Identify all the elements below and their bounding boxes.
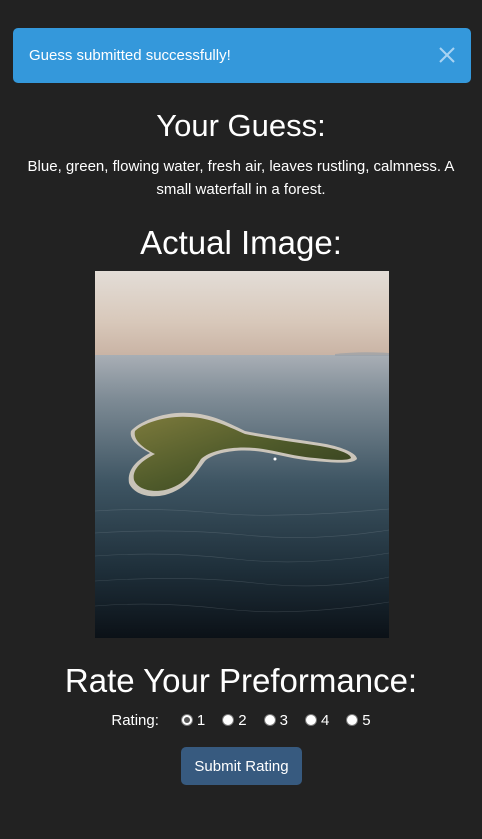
rating-label: Rating: [111, 711, 159, 729]
rating-option-label: 2 [238, 711, 247, 729]
rating-radio-4[interactable] [304, 714, 317, 726]
rating-option-label: 5 [362, 711, 371, 729]
rating-option-label: 4 [320, 711, 330, 729]
rating-radio-2[interactable] [222, 714, 235, 726]
rate-performance-heading: Rate Your Preformance: [64, 662, 418, 699]
toast-message: Guess submitted successfully! [29, 47, 231, 64]
actual-image-heading: Actual Image: [140, 224, 342, 261]
rating-radio-3[interactable] [263, 714, 276, 726]
rating-option-4[interactable]: 4 [304, 711, 330, 729]
close-icon[interactable] [437, 45, 457, 65]
rating-row: Rating: 1 2 3 4 5 [0, 710, 482, 730]
rating-option-label: 3 [279, 711, 288, 729]
rating-option-3[interactable]: 3 [263, 711, 288, 729]
rating-option-2[interactable]: 2 [222, 711, 247, 729]
rating-option-label: 1 [196, 711, 206, 729]
success-toast: Guess submitted successfully! [13, 28, 471, 83]
rating-option-1[interactable]: 1 [180, 711, 206, 729]
submit-rating-button[interactable]: Submit Rating [181, 747, 302, 785]
rating-radio-1[interactable] [180, 714, 193, 726]
rating-option-5[interactable]: 5 [346, 711, 371, 729]
actual-image [95, 271, 389, 638]
guess-text: Blue, green, flowing water, fresh air, l… [27, 158, 455, 198]
your-guess-heading: Your Guess: [156, 108, 326, 143]
rating-radio-5[interactable] [346, 714, 359, 726]
